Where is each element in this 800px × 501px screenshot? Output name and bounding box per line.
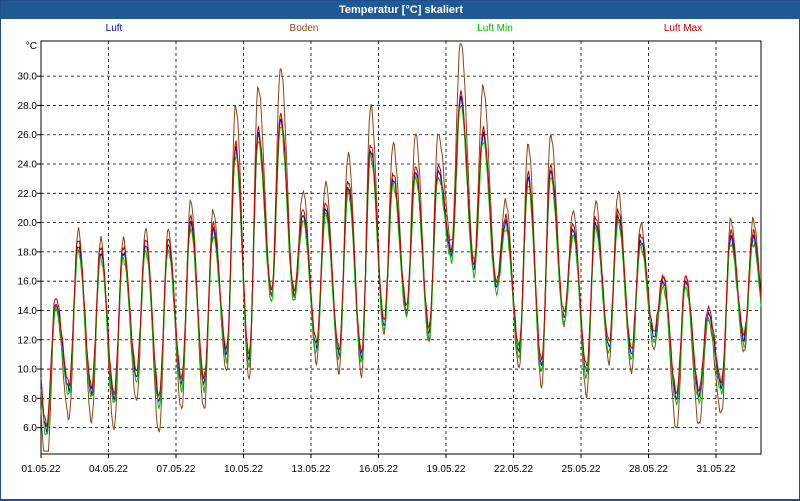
x-tick-label: 25.05.22 [562,464,601,475]
x-tick-label: 16.05.22 [359,464,398,475]
chart-title: Temperatur [°C] skaliert [1,1,800,19]
x-tick-label: 28.05.22 [629,464,668,475]
y-tick-label: 18.0 [18,247,38,258]
x-tick-label: 01.05.22 [22,464,61,475]
y-tick-label: 28.0 [18,101,38,112]
x-tick-label: 31.05.22 [697,464,736,475]
y-tick-label: 20.0 [18,218,38,229]
y-tick-label: 14.0 [18,306,38,317]
y-tick-label: 30.0 [18,72,38,83]
x-tick-label: 07.05.22 [157,464,196,475]
y-tick-label: 8.0 [23,394,37,405]
y-tick-label: 26.0 [18,130,38,141]
y-tick-label: 6.0 [23,423,37,434]
y-tick-label: 16.0 [18,277,38,288]
y-tick-label: 10.0 [18,365,38,376]
x-tick-label: 04.05.22 [89,464,128,475]
x-tick-label: 13.05.22 [292,464,331,475]
legend-luft-min: Luft Min [477,23,513,34]
chart-plot: 6.0 8.0 10.0 12.0 14.0 16.0 18.0 20.0 22.0 24.0 26… [18,23,762,475]
x-tick-label: 22.05.22 [494,464,533,475]
legend-luft: Luft [106,23,123,34]
y-tick-label: 12.0 [18,335,38,346]
y-tick-label: 24.0 [18,160,38,171]
x-tick-label: 10.05.22 [224,464,263,475]
y-axis-unit: °C [26,41,37,52]
legend-luft-max: Luft Max [664,23,702,34]
legend-boden: Boden [290,23,319,34]
x-tick-label: 19.05.22 [427,464,466,475]
chart-window: Temperatur [°C] skaliert 6.0 8.0 10.0 12.0 1… [0,0,800,500]
y-tick-label: 22.0 [18,189,38,200]
